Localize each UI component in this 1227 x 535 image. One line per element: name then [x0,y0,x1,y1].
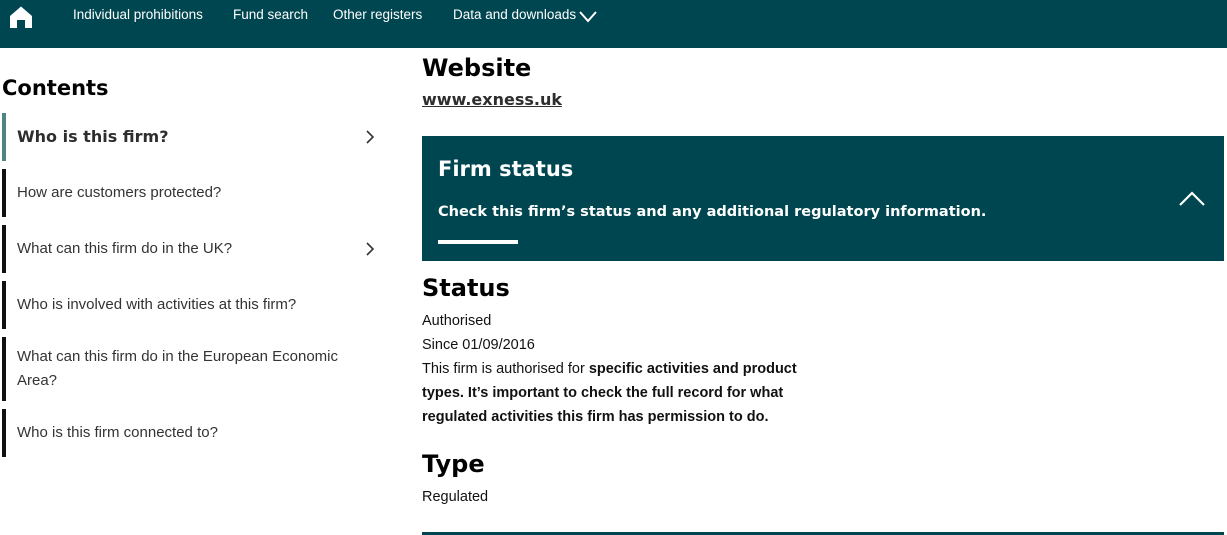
status-heading: Status [422,274,510,302]
firm-status-description: Check this firm’s status and any additio… [438,204,987,220]
chevron-down-icon[interactable] [578,10,598,24]
sidebar-item-eea[interactable]: What can this firm do in the European Ec… [2,337,385,401]
nav-individual-prohibitions[interactable]: Individual prohibitions [73,7,203,22]
sidebar-item-label-line1: What can this firm do in the European Ec… [17,348,338,365]
chevron-up-icon[interactable] [1178,190,1206,208]
status-desc-plain: This firm is authorised for [422,361,589,377]
sidebar-item-who-is-involved[interactable]: Who is involved with activities at this … [2,281,385,329]
status-desc-bold-2: types. It’s important to check the full … [422,385,784,401]
status-description: This firm is authorised for specific act… [422,357,832,429]
sidebar-item-connected-to[interactable]: Who is this firm connected to? [2,409,385,457]
website-link[interactable]: www.exness.uk [422,90,562,109]
chevron-right-icon [366,242,375,256]
sidebar-item-customers-protected[interactable]: How are customers protected? [2,169,385,217]
firm-status-panel: Firm status Check this firm’s status and… [422,136,1224,261]
nav-fund-search[interactable]: Fund search [233,7,308,22]
nav-data-and-downloads[interactable]: Data and downloads [453,7,576,22]
sidebar-item-label: Who is involved with activities at this … [17,296,297,313]
sidebar-item-label-line2: Area? [17,372,58,389]
firm-status-underline [438,240,518,244]
top-nav: Individual prohibitions Fund search Othe… [0,0,1227,48]
website-heading: Website [422,54,532,82]
home-icon[interactable] [9,5,33,29]
sidebar-item-who-is-this-firm[interactable]: Who is this firm? [2,113,385,161]
contents-title: Contents [2,76,109,100]
sidebar-item-label: Who is this firm connected to? [17,424,218,441]
status-desc-bold-1: specific activities and product [588,361,797,377]
sidebar-item-label: Who is this firm? [17,127,169,146]
nav-other-registers[interactable]: Other registers [333,7,422,22]
status-since: Since 01/09/2016 [422,337,535,353]
sidebar-item-uk-permissions[interactable]: What can this firm do in the UK? [2,225,385,273]
status-desc-bold-3: regulated activities this firm has permi… [422,409,769,425]
status-value: Authorised [422,313,492,329]
chevron-right-icon [366,130,375,144]
sidebar-item-label: How are customers protected? [17,184,222,201]
type-value: Regulated [422,489,489,505]
firm-status-title: Firm status [438,157,574,181]
sidebar-item-label: What can this firm do in the UK? [17,240,233,257]
type-heading: Type [422,450,485,478]
